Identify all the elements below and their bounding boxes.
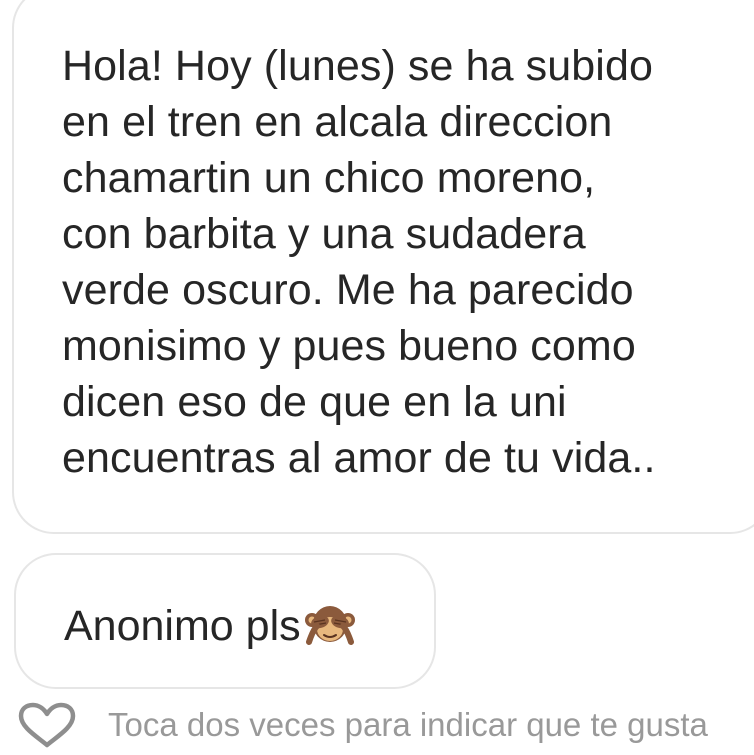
see-no-evil-monkey-icon (303, 602, 357, 651)
message-bubble[interactable]: Hola! Hoy (lunes) se ha subido en el tre… (12, 0, 754, 534)
message-text: Anonimo pls (64, 602, 301, 650)
message-bubble[interactable]: Anonimo pls (14, 553, 436, 689)
message-text: Hola! Hoy (lunes) se ha subido en el tre… (62, 42, 656, 482)
message-footer: Toca dos veces para indicar que te gusta (16, 700, 754, 750)
heart-outline-icon[interactable] (16, 702, 78, 748)
double-tap-like-hint: Toca dos veces para indicar que te gusta (108, 706, 708, 743)
